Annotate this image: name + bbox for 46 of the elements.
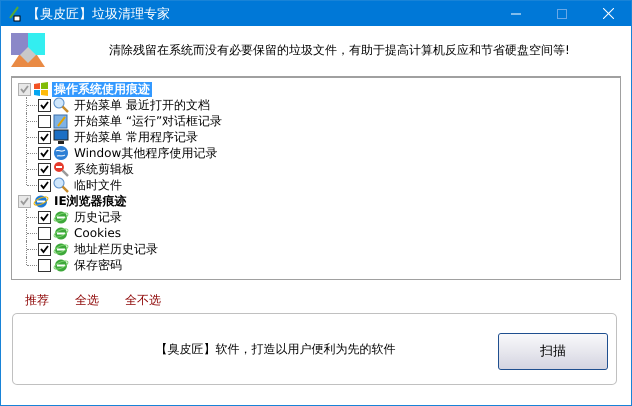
browser-icon — [53, 225, 69, 241]
tree-item[interactable]: 保存密码 — [72, 258, 124, 272]
tree-item[interactable]: Window其他程序使用记录 — [72, 146, 220, 160]
checkbox[interactable] — [38, 242, 51, 256]
checkbox[interactable] — [38, 226, 51, 240]
checkbox[interactable] — [38, 210, 51, 224]
description-text: 清除残留在系统而没有必要保留的垃圾文件，有助于提高计算机反应和节省硬盘空间等! — [109, 42, 570, 58]
tree-item[interactable]: 历史记录 — [72, 210, 124, 224]
scan-button[interactable]: 扫描 — [498, 332, 608, 370]
browser-icon — [33, 193, 49, 209]
checkbox[interactable] — [38, 130, 51, 144]
checkbox[interactable] — [38, 98, 51, 112]
logo-icon — [11, 33, 45, 67]
tree-item[interactable]: 系统剪辑板 — [72, 162, 136, 176]
link[interactable]: 推荐 — [25, 292, 49, 308]
checkbox[interactable] — [38, 258, 51, 272]
browser-icon — [53, 209, 69, 225]
window-title: 【臭皮匠】垃圾清理专家 — [27, 6, 171, 22]
browser-icon — [53, 241, 69, 257]
tree-item[interactable]: IE浏览器痕迹 — [52, 194, 129, 208]
monitor-icon — [53, 129, 69, 145]
tree-item[interactable]: 地址栏历史记录 — [72, 242, 160, 256]
close-icon — [602, 8, 614, 19]
link[interactable]: 全不选 — [125, 292, 161, 308]
globe-icon — [53, 145, 69, 161]
checkbox[interactable] — [38, 146, 51, 160]
checkbox[interactable] — [38, 162, 51, 176]
tree-item[interactable]: 开始菜单 最近打开的文档 — [72, 98, 212, 112]
checkbox[interactable] — [38, 114, 51, 128]
tree-item[interactable]: Cookies — [72, 226, 123, 240]
tree-item[interactable]: 开始菜单 常用程序记录 — [72, 130, 200, 144]
tree-item[interactable]: 临时文件 — [72, 178, 124, 192]
magnifier-icon — [53, 97, 69, 113]
slogan-text: 【臭皮匠】软件，打造以用户便利为先的软件 — [154, 340, 396, 358]
checkbox[interactable] — [18, 82, 31, 96]
blocked-magnifier-icon — [53, 161, 69, 177]
browser-icon — [53, 257, 69, 273]
windows-icon — [33, 81, 49, 97]
tree-item[interactable]: 开始菜单 “运行”对话框记录 — [72, 114, 224, 128]
link[interactable]: 全选 — [75, 292, 99, 308]
maximize-icon — [557, 8, 567, 18]
magnifier-icon — [53, 177, 69, 193]
broom-icon — [7, 6, 21, 22]
run-icon — [53, 113, 69, 129]
checkbox[interactable] — [38, 178, 51, 192]
checkbox[interactable] — [18, 194, 31, 208]
